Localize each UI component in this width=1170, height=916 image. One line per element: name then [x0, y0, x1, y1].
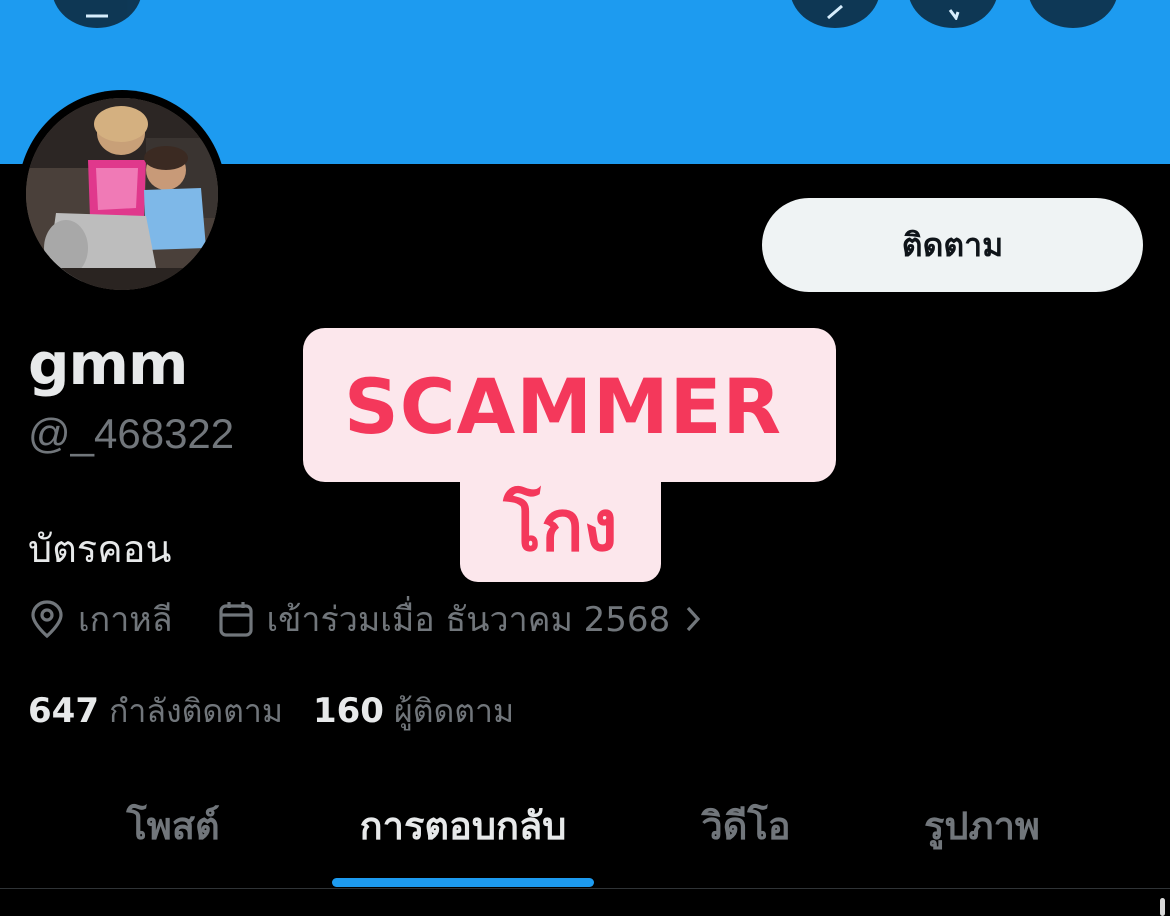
profile-name: gmm	[28, 330, 188, 398]
follow-button[interactable]: ติดตาม	[762, 198, 1143, 292]
location-pin-icon	[28, 599, 66, 639]
active-tab-indicator	[332, 878, 594, 887]
scrollbar[interactable]	[1160, 898, 1165, 916]
followers-count[interactable]: 160	[313, 691, 384, 731]
profile-bio: บัตรคอน	[28, 527, 172, 571]
tabs-divider	[0, 888, 1170, 889]
avatar[interactable]	[26, 98, 218, 290]
tab-videos[interactable]: วิดีโอ	[648, 795, 844, 855]
search-icon	[948, 9, 960, 20]
profile-joined-date[interactable]: เข้าร่วมเมื่อ ธันวาคม 2568	[267, 592, 671, 646]
avatar-photo	[26, 98, 218, 290]
tab-posts[interactable]: โพสต์	[60, 795, 286, 855]
chevron-right-icon[interactable]	[684, 604, 702, 634]
followers-label[interactable]: ผู้ติดตาม	[394, 686, 514, 737]
tab-photos[interactable]: รูปภาพ	[882, 795, 1082, 855]
scam-label-english: SCAMMER	[343, 362, 783, 451]
back-icon	[86, 14, 108, 18]
following-count[interactable]: 647	[28, 691, 99, 731]
share-icon	[827, 4, 843, 20]
tab-replies[interactable]: การตอบกลับ	[320, 795, 606, 855]
following-label[interactable]: กำลังติดตาม	[109, 686, 283, 737]
profile-location: เกาหลี	[78, 600, 173, 640]
profile-stats: 647 กำลังติดตาม 160 ผู้ติดตาม	[28, 686, 514, 736]
profile-meta: เกาหลี เข้าร่วมเมื่อ ธันวาคม 2568	[28, 594, 702, 644]
profile-handle: @_468322	[28, 410, 235, 457]
calendar-icon	[217, 599, 255, 639]
scam-label-thai: โกง	[503, 485, 618, 567]
